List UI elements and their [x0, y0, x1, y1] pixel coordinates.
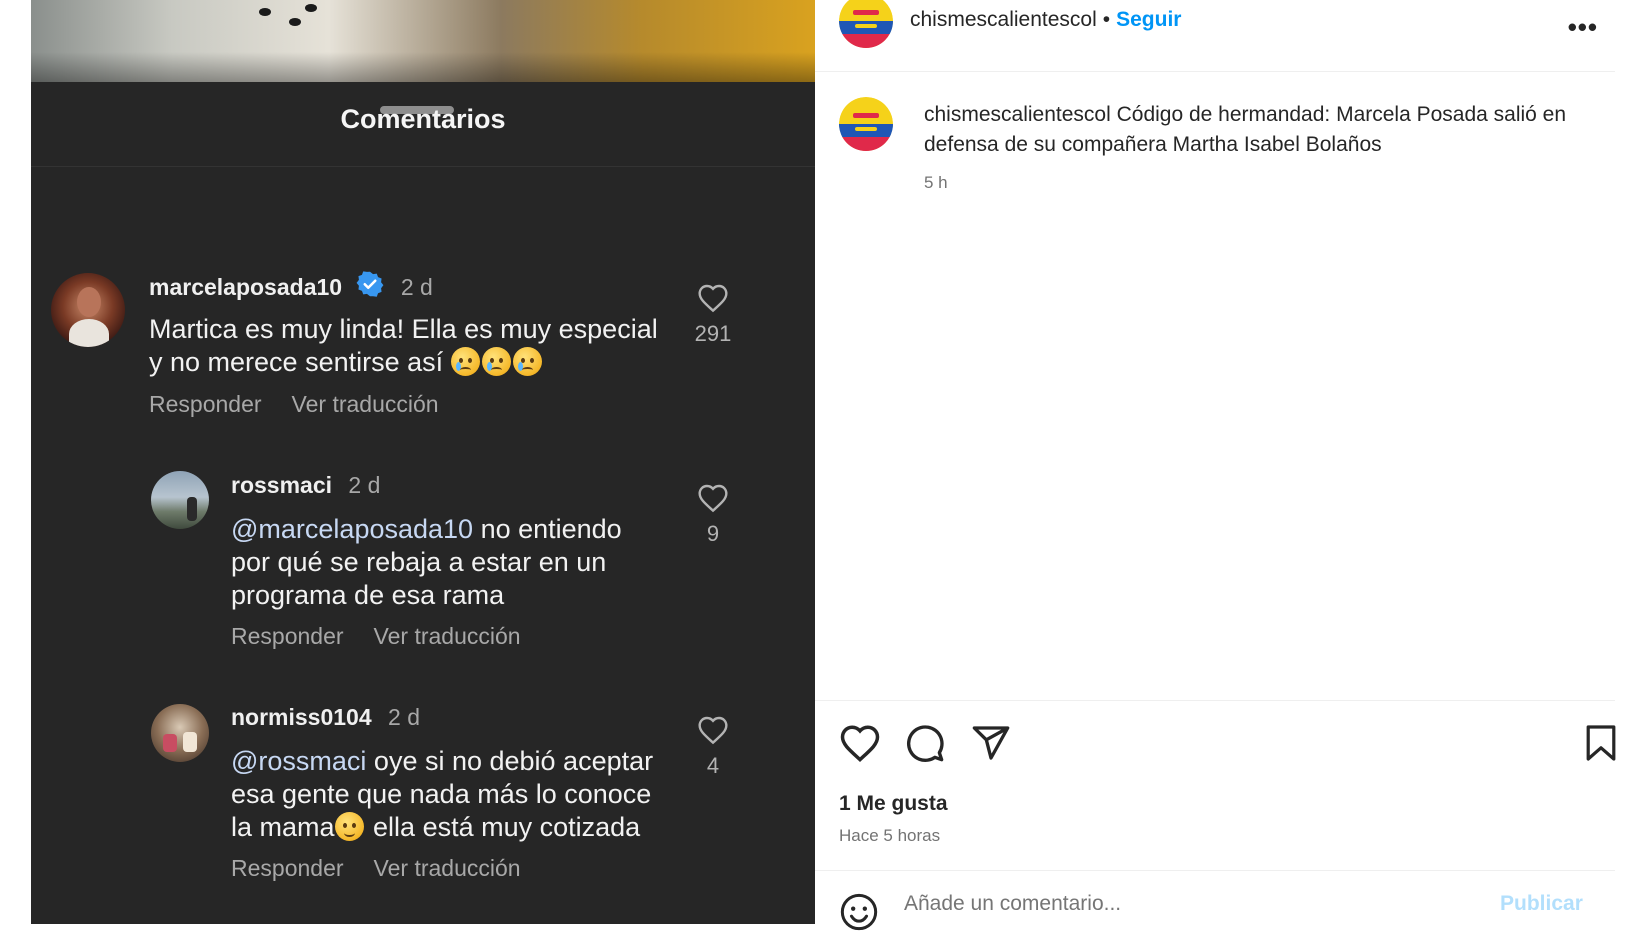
reply-button[interactable]: Responder — [231, 623, 344, 649]
post-photo-strip — [31, 0, 815, 82]
comments-screenshot: Comentarios marcelaposada10 2 d Martica … — [31, 0, 815, 924]
post-header: chismescalientescol • Seguir — [910, 8, 1181, 32]
caption-time: 5 h — [924, 173, 948, 192]
heart-icon[interactable] — [697, 715, 729, 745]
comment-line: la mama ella está muy cotizada — [231, 811, 681, 844]
crying-emoji-icon — [512, 347, 542, 376]
like-count: 9 — [706, 521, 720, 546]
comment-time: 2 d — [348, 472, 381, 498]
comment-like[interactable]: 4 — [683, 715, 743, 779]
comment-line: esa gente que nada más lo conoce — [231, 779, 652, 809]
translate-button[interactable]: Ver traducción — [374, 623, 521, 649]
comment-text: @marcelaposada10 no entiendo por qué se … — [231, 513, 681, 612]
caption-avatar[interactable] — [839, 97, 893, 151]
comment-author[interactable]: normiss0104 2 d — [231, 704, 420, 731]
comment-line: programa de esa rama — [231, 580, 505, 610]
account-avatar[interactable] — [839, 0, 893, 48]
photo-detail — [305, 4, 317, 12]
divider — [815, 700, 1615, 701]
like-count: 4 — [706, 753, 720, 778]
comment-time: 2 d — [400, 274, 433, 301]
likes-count[interactable]: 1 Me gusta — [839, 792, 948, 816]
comment-text: @rossmaci oye si no debió aceptar esa ge… — [231, 745, 681, 844]
divider — [31, 166, 815, 167]
heart-icon[interactable] — [839, 723, 883, 767]
bookmark-icon[interactable] — [1585, 723, 1621, 767]
post-caption: chismescalientescol Código de hermandad:… — [924, 100, 1594, 160]
comment-line: por qué se rebaja a estar en un — [231, 547, 607, 577]
comment-line: @marcelaposada10 no entiendo — [231, 513, 681, 546]
comment-line: @rossmaci oye si no debió aceptar — [231, 745, 681, 778]
post-panel: chismescalientescol • Seguir ••• chismesca… — [815, 0, 1616, 931]
verified-badge-icon — [356, 270, 384, 304]
comment-line: Martica es muy linda! Ella es muy especi… — [149, 314, 658, 344]
comment-input[interactable] — [904, 892, 1464, 916]
mention-link[interactable]: @rossmaci — [231, 746, 366, 776]
reply-button[interactable]: Responder — [231, 855, 344, 881]
username[interactable]: marcelaposada10 — [149, 274, 342, 300]
emoji-icon[interactable] — [839, 892, 883, 936]
avatar[interactable] — [51, 273, 125, 347]
avatar[interactable] — [151, 471, 209, 529]
caption-username[interactable]: chismescalientescol — [924, 103, 1111, 126]
comment-line-text: la mama — [231, 812, 335, 842]
mention-link[interactable]: @marcelaposada10 — [231, 514, 473, 544]
laughing-emoji-icon — [334, 812, 364, 841]
post-age: Hace 5 horas — [839, 826, 941, 845]
account-name[interactable]: chismescalientescol — [910, 8, 1097, 31]
comment-like[interactable]: 9 — [683, 483, 743, 547]
follow-button[interactable]: Seguir — [1116, 8, 1181, 31]
divider — [815, 71, 1615, 72]
separator: • — [1102, 8, 1111, 31]
like-count: 291 — [694, 321, 732, 346]
heart-icon[interactable] — [697, 483, 729, 513]
comment-author[interactable]: rossmaci 2 d — [231, 472, 380, 499]
comment-text: Martica es muy linda! Ella es muy especi… — [149, 313, 689, 379]
comment-icon[interactable] — [905, 723, 949, 767]
reply-button[interactable]: Responder — [149, 391, 262, 417]
comment-time: 2 d — [388, 704, 421, 730]
comment-line-text: y no merece sentirse así — [149, 347, 444, 377]
comment-line-text: ella está muy cotizada — [365, 812, 641, 842]
translate-button[interactable]: Ver traducción — [292, 391, 439, 417]
comment-author[interactable]: marcelaposada10 2 d — [149, 270, 433, 306]
crying-emoji-icon — [450, 347, 480, 376]
comments-title: Comentarios — [340, 104, 506, 134]
username[interactable]: rossmaci — [231, 472, 332, 498]
avatar[interactable] — [151, 704, 209, 762]
publish-button[interactable]: Publicar — [1500, 892, 1583, 916]
photo-detail — [289, 18, 301, 26]
translate-button[interactable]: Ver traducción — [374, 855, 521, 881]
more-options-icon[interactable]: ••• — [1568, 12, 1598, 43]
photo-detail — [259, 8, 271, 16]
username[interactable]: normiss0104 — [231, 704, 372, 730]
comment-actions: Responder Ver traducción — [231, 855, 551, 882]
comment-line-text: no entiendo — [473, 514, 622, 544]
share-icon[interactable] — [971, 723, 1015, 767]
comment-line: y no merece sentirse así — [149, 346, 689, 379]
comment-actions: Responder Ver traducción — [231, 623, 551, 650]
comment-line-text: oye si no debió aceptar — [366, 746, 654, 776]
heart-icon[interactable] — [697, 283, 729, 313]
comment-like[interactable]: 291 — [683, 283, 743, 347]
divider — [815, 870, 1615, 871]
comment-actions: Responder Ver traducción — [149, 391, 469, 418]
crying-emoji-icon — [481, 347, 511, 376]
